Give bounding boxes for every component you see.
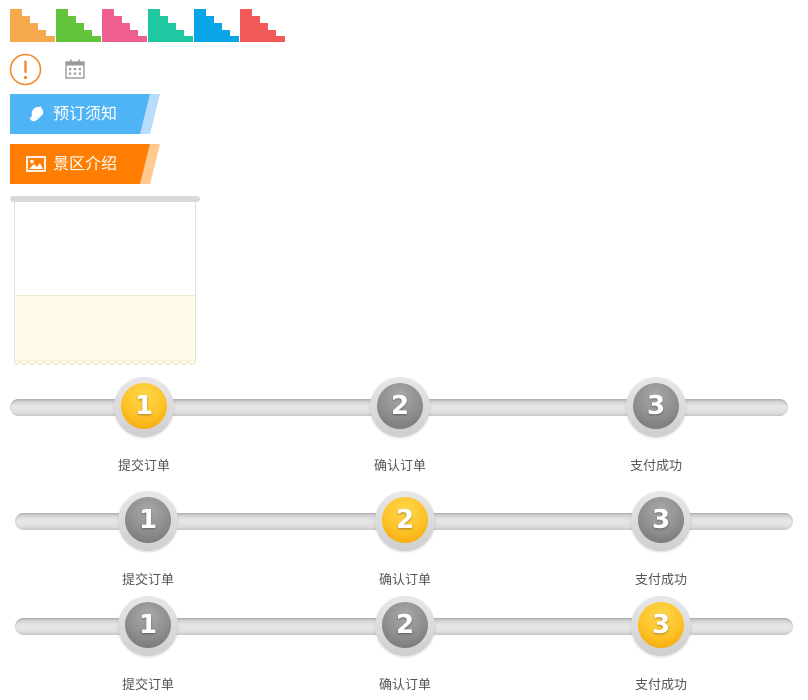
- step-number-badge: 3: [638, 497, 684, 543]
- card-footer-area: [15, 295, 195, 360]
- ticket-card: [10, 196, 202, 372]
- step-3[interactable]: 3: [631, 491, 691, 551]
- step-label-confirm: 确认订单: [378, 573, 431, 588]
- step-3[interactable]: 3: [631, 596, 691, 656]
- step-1[interactable]: 1: [114, 377, 174, 437]
- exclamation-circle-icon: [9, 53, 42, 86]
- calendar-icon[interactable]: [64, 59, 86, 79]
- step-number-badge: 3: [638, 602, 684, 648]
- step-label-submit: 提交订单: [121, 678, 174, 693]
- step-label-submit: 提交订单: [121, 573, 174, 588]
- step-2[interactable]: 2: [370, 377, 430, 437]
- step-label-paid: 支付成功: [634, 573, 687, 588]
- step-1[interactable]: 1: [118, 596, 178, 656]
- stair-swatch-blue: [194, 9, 239, 42]
- order-stepper-3: 1 2 3 提交订单 确认订单 支付成功: [0, 595, 808, 695]
- step-label-paid: 支付成功: [629, 459, 682, 474]
- step-number-badge: 1: [125, 497, 171, 543]
- scenic-intro-label: 景区介绍: [53, 154, 118, 173]
- stair-swatch-pink: [102, 9, 147, 42]
- image-icon: [26, 154, 46, 174]
- step-3[interactable]: 3: [626, 377, 686, 437]
- card-paper: [14, 202, 196, 360]
- card-torn-edge: [14, 360, 196, 366]
- order-stepper-1: 1 2 3 提交订单 确认订单 支付成功: [0, 376, 808, 476]
- step-number-badge: 1: [121, 383, 167, 429]
- step-number-badge: 2: [382, 497, 428, 543]
- step-label-paid: 支付成功: [634, 678, 687, 693]
- step-number-badge: 1: [125, 602, 171, 648]
- step-2[interactable]: 2: [375, 491, 435, 551]
- color-swatch-row: [10, 9, 285, 42]
- booking-notice-tab[interactable]: 预订须知: [10, 94, 162, 134]
- step-label-submit: 提交订单: [117, 459, 170, 474]
- stair-swatch-teal: [148, 9, 193, 42]
- step-label-confirm: 确认订单: [378, 678, 431, 693]
- booking-notice-label: 预订须知: [53, 104, 118, 123]
- step-1[interactable]: 1: [118, 491, 178, 551]
- order-stepper-2: 1 2 3 提交订单 确认订单 支付成功: [0, 490, 808, 590]
- step-number-badge: 2: [377, 383, 423, 429]
- stair-swatch-orange: [10, 9, 55, 42]
- stair-swatch-green: [56, 9, 101, 42]
- step-2[interactable]: 2: [375, 596, 435, 656]
- step-number-badge: 3: [633, 383, 679, 429]
- stair-swatch-red: [240, 9, 285, 42]
- step-label-confirm: 确认订单: [373, 459, 426, 474]
- step-number-badge: 2: [382, 602, 428, 648]
- scenic-intro-tab[interactable]: 景区介绍: [10, 144, 162, 184]
- bell-icon: [26, 104, 46, 124]
